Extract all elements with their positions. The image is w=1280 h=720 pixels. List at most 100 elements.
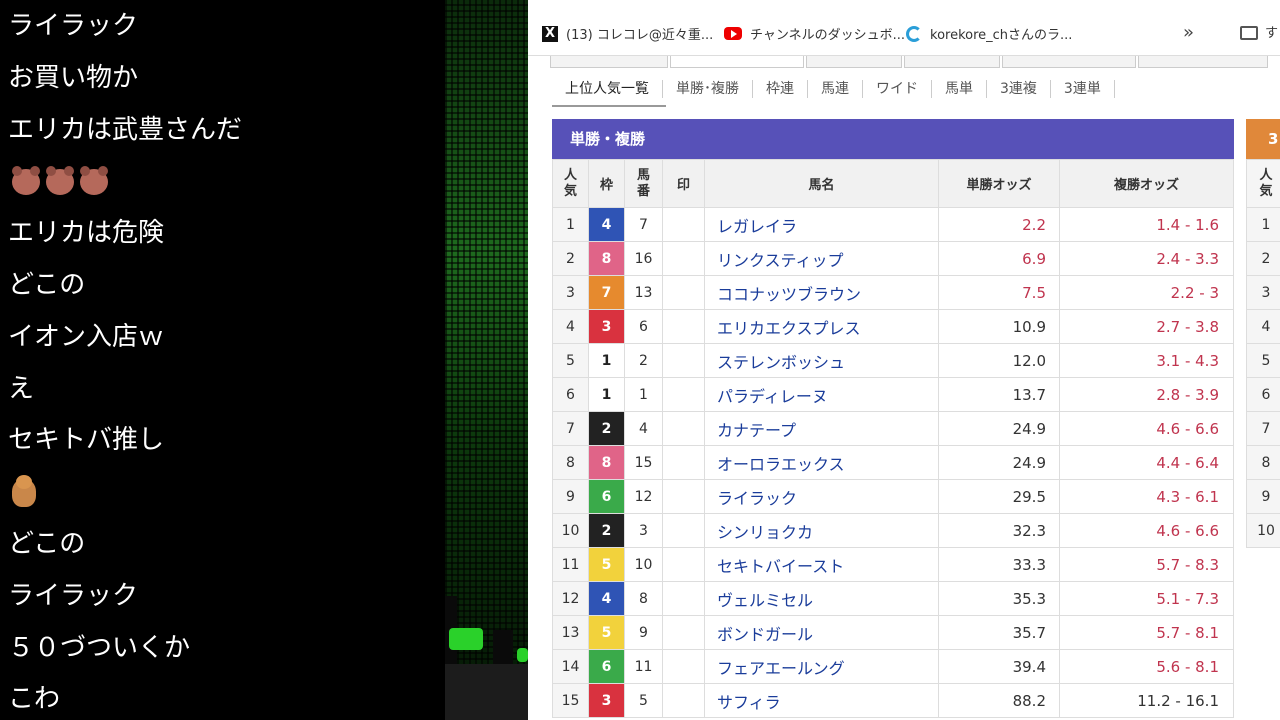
cell-mark[interactable] xyxy=(662,411,705,446)
chevron-more-icon[interactable]: » xyxy=(1183,22,1194,43)
subtab-4[interactable]: ワイド xyxy=(863,80,932,98)
table-row: 6 1 1 パラディレーヌ 13.7 2.8 - 3.9 xyxy=(552,377,1234,412)
top-tab[interactable] xyxy=(1002,56,1136,68)
top-tab[interactable] xyxy=(550,56,668,68)
cell-place-odds: 2.2 - 3 xyxy=(1059,275,1234,310)
bookmark-label: (13) コレコレ@近々重... xyxy=(566,28,714,43)
pixel-tree xyxy=(449,628,483,650)
bear-face-icon xyxy=(80,165,108,195)
bookmark-x[interactable]: X (13) コレコレ@近々重... xyxy=(542,24,713,43)
cell-mark[interactable] xyxy=(662,343,705,378)
pixel-tree xyxy=(517,648,528,662)
cell-rank: 11 xyxy=(552,547,589,582)
table-row: 7 2 4 カナテープ 24.9 4.6 - 6.6 xyxy=(552,411,1234,446)
cell-mark[interactable] xyxy=(662,547,705,582)
subtab-2[interactable]: 枠連 xyxy=(753,80,808,98)
folder-label[interactable]: す xyxy=(1265,22,1278,41)
cell-horse-name[interactable]: エリカエクスプレス xyxy=(704,309,939,344)
x-logo-icon: X xyxy=(542,25,558,42)
cell-place-odds: 4.6 - 6.6 xyxy=(1059,513,1234,548)
cell-win-odds: 6.9 xyxy=(938,241,1060,276)
cell-horse-name[interactable]: フェアエールング xyxy=(704,649,939,684)
cell-mark[interactable] xyxy=(662,581,705,616)
cell-horse-number: 8 xyxy=(624,581,663,616)
cell-place-odds: 1.4 - 1.6 xyxy=(1059,207,1234,242)
cell-mark[interactable] xyxy=(662,377,705,412)
chat-message-text: イオン入店ｗ xyxy=(8,321,165,352)
subtab-0[interactable]: 上位人気一覧 xyxy=(552,80,663,98)
cell-rank: 10 xyxy=(1246,513,1280,548)
table-row: 10 2 3 シンリョクカ 32.3 4.6 - 6.6 xyxy=(552,513,1234,548)
cell-rank: 6 xyxy=(552,377,589,412)
cell-mark[interactable] xyxy=(662,241,705,276)
cell-horse-name[interactable]: シンリョクカ xyxy=(704,513,939,548)
youtube-icon xyxy=(724,27,742,40)
subtab-3[interactable]: 馬連 xyxy=(808,80,863,98)
cell-rank: 13 xyxy=(552,615,589,650)
top-tab[interactable] xyxy=(904,56,1000,68)
cell-rank: 7 xyxy=(1246,411,1280,446)
cell-mark[interactable] xyxy=(662,275,705,310)
cell-place-odds: 4.4 - 6.4 xyxy=(1059,445,1234,480)
chat-message xyxy=(12,474,36,508)
win-place-odds-table: 人気 枠 馬番 印 馬名 単勝オッズ 複勝オッズ 1 4 7 レガレイラ 2.2 1.4 … xyxy=(552,159,1234,718)
cell-horse-number: 1 xyxy=(624,377,663,412)
table-row: 8 xyxy=(1246,445,1280,480)
top-tab[interactable] xyxy=(1138,56,1268,68)
cell-mark[interactable] xyxy=(662,445,705,480)
cell-horse-name[interactable]: リンクスティップ xyxy=(704,241,939,276)
cell-rank: 4 xyxy=(552,309,589,344)
top-tab[interactable] xyxy=(670,56,804,68)
subtab-1[interactable]: 単勝･複勝 xyxy=(663,80,753,98)
cell-mark[interactable] xyxy=(662,649,705,684)
cell-rank: 3 xyxy=(1246,275,1280,310)
chat-overlay: ライラック お買い物か エリカは武豊さんだ エリカは危険 どこの イオン入店ｗ えセキトバ推… xyxy=(0,0,445,720)
cell-rank: 10 xyxy=(552,513,589,548)
cell-rank: 4 xyxy=(1246,309,1280,344)
cell-horse-name[interactable]: ボンドガール xyxy=(704,615,939,650)
cell-horse-name[interactable]: ライラック xyxy=(704,479,939,514)
cell-horse-name[interactable]: ヴェルミセル xyxy=(704,581,939,616)
cell-win-odds: 29.5 xyxy=(938,479,1060,514)
cell-waku: 3 xyxy=(588,309,625,344)
cell-horse-name[interactable]: オーロラエックス xyxy=(704,445,939,480)
cell-horse-number: 2 xyxy=(624,343,663,378)
header-rank-label: 人気 xyxy=(1259,167,1273,199)
table-row: 5 1 2 ステレンボッシュ 12.0 3.1 - 4.3 xyxy=(552,343,1234,378)
cell-rank: 9 xyxy=(552,479,589,514)
bookmark-youtube[interactable]: チャンネルのダッシュボ... xyxy=(724,24,905,43)
chat-message-text: ライラック xyxy=(8,580,139,611)
cell-horse-name[interactable]: パラディレーヌ xyxy=(704,377,939,412)
cell-rank: 15 xyxy=(552,683,589,718)
cell-waku: 1 xyxy=(588,343,625,378)
cell-rank: 3 xyxy=(552,275,589,310)
table-row: 10 xyxy=(1246,513,1280,548)
subtab-6[interactable]: 3連複 xyxy=(987,80,1051,98)
cell-place-odds: 2.8 - 3.9 xyxy=(1059,377,1234,412)
cell-waku: 1 xyxy=(588,377,625,412)
cell-horse-name[interactable]: カナテープ xyxy=(704,411,939,446)
subtab-5[interactable]: 馬単 xyxy=(932,80,987,98)
cell-rank: 14 xyxy=(552,649,589,684)
cell-waku: 8 xyxy=(588,241,625,276)
folder-icon[interactable] xyxy=(1240,26,1258,40)
cell-waku: 2 xyxy=(588,411,625,446)
cell-rank: 5 xyxy=(552,343,589,378)
top-tab[interactable] xyxy=(806,56,902,68)
bookmark-korekore[interactable]: korekore_chさんのラ... xyxy=(906,24,1072,43)
cell-horse-name[interactable]: ココナッツブラウン xyxy=(704,275,939,310)
header-waku: 枠 xyxy=(588,159,625,208)
cell-mark[interactable] xyxy=(662,683,705,718)
cell-horse-name[interactable]: レガレイラ xyxy=(704,207,939,242)
odds-subtabs: 上位人気一覧 単勝･複勝 枠連 馬連 ワイド 馬単 3連複 3連単 xyxy=(552,72,1115,106)
cell-horse-name[interactable]: セキトバイースト xyxy=(704,547,939,582)
cell-mark[interactable] xyxy=(662,309,705,344)
cell-mark[interactable] xyxy=(662,207,705,242)
cell-horse-name[interactable]: ステレンボッシュ xyxy=(704,343,939,378)
cell-horse-number: 11 xyxy=(624,649,663,684)
cell-mark[interactable] xyxy=(662,615,705,650)
cell-mark[interactable] xyxy=(662,479,705,514)
cell-mark[interactable] xyxy=(662,513,705,548)
cell-horse-name[interactable]: サフィラ xyxy=(704,683,939,718)
subtab-7[interactable]: 3連単 xyxy=(1051,80,1115,98)
